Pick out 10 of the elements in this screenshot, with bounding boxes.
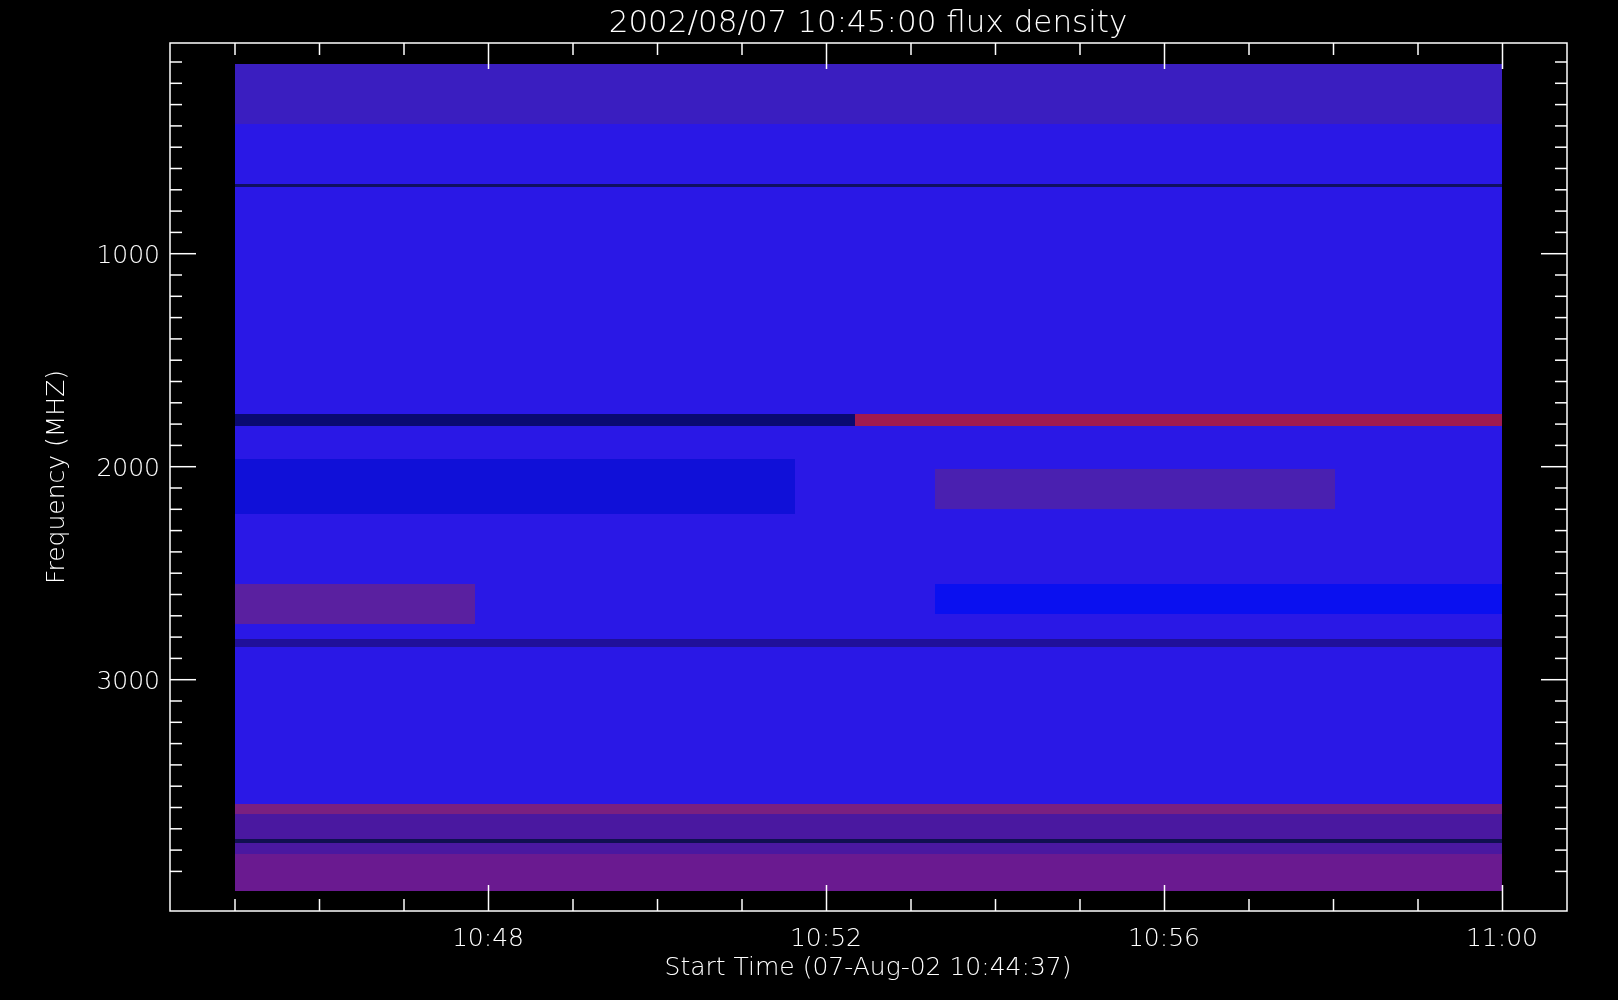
x-axis-label: Start Time (07-Aug-02 10:44:37) (664, 952, 1072, 981)
y-tick-label: 3000 (96, 666, 160, 695)
x-tick-label: 10:56 (1128, 923, 1200, 952)
x-tick-label: 10:48 (452, 923, 524, 952)
x-tick-label: 10:52 (790, 923, 862, 952)
x-tick-label: 11:00 (1466, 923, 1538, 952)
y-tick-label: 2000 (96, 453, 160, 482)
y-tick-label: 1000 (96, 240, 160, 269)
chart-title: 2002/08/07 10:45:00 flux density (608, 3, 1128, 39)
y-axis-label: Frequency (MHZ) (41, 369, 70, 585)
